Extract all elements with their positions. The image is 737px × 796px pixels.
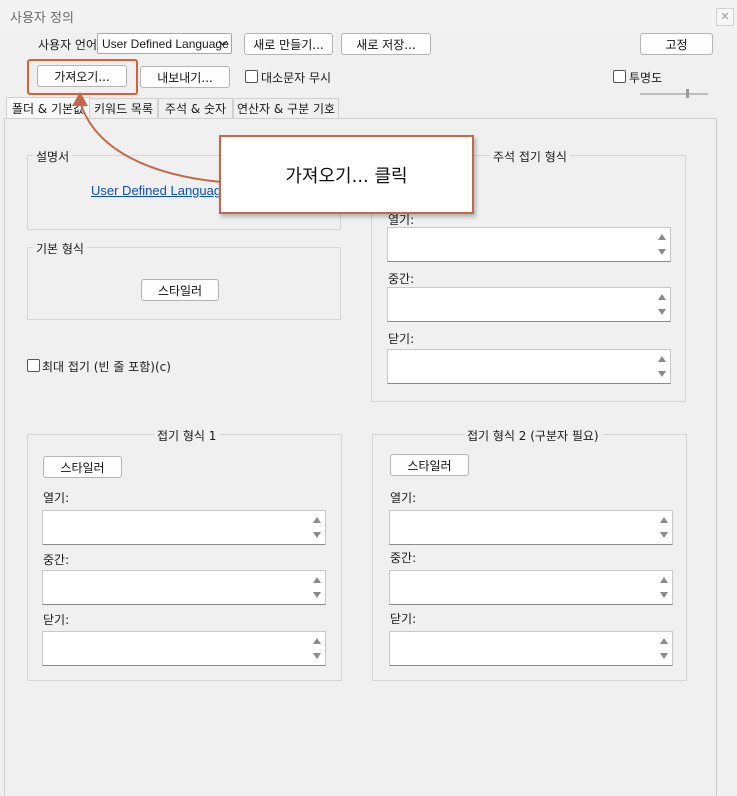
annotation-callout: 가져오기... 클릭 [219, 135, 474, 214]
callout-arrow [72, 92, 222, 183]
